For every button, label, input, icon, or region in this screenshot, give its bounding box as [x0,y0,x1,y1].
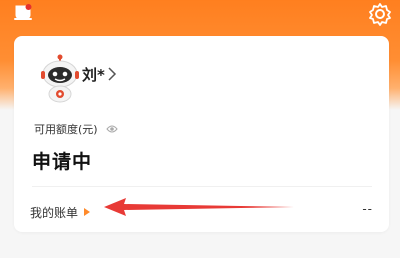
credit-row: 可用额度(元) [34,120,118,138]
gear-icon[interactable] [368,2,392,26]
eye-icon[interactable] [105,124,118,134]
bill-value: -- [362,202,373,216]
chevron-right-icon [108,67,116,81]
app-screen: 刘* 可用额度(元) 申请中 我的账单 -- [0,0,400,258]
bell-icon[interactable] [12,4,34,24]
divider [32,186,372,187]
robot-avatar[interactable] [36,54,84,104]
my-bill-label: 我的账单 [30,205,79,220]
credit-status: 申请中 [32,151,93,173]
red-arrow [104,198,294,216]
credit-label: 可用额度(元) [34,123,98,136]
username: 刘* [82,65,105,84]
triangle-right-icon [84,208,91,216]
profile-row[interactable]: 刘* [82,62,117,86]
